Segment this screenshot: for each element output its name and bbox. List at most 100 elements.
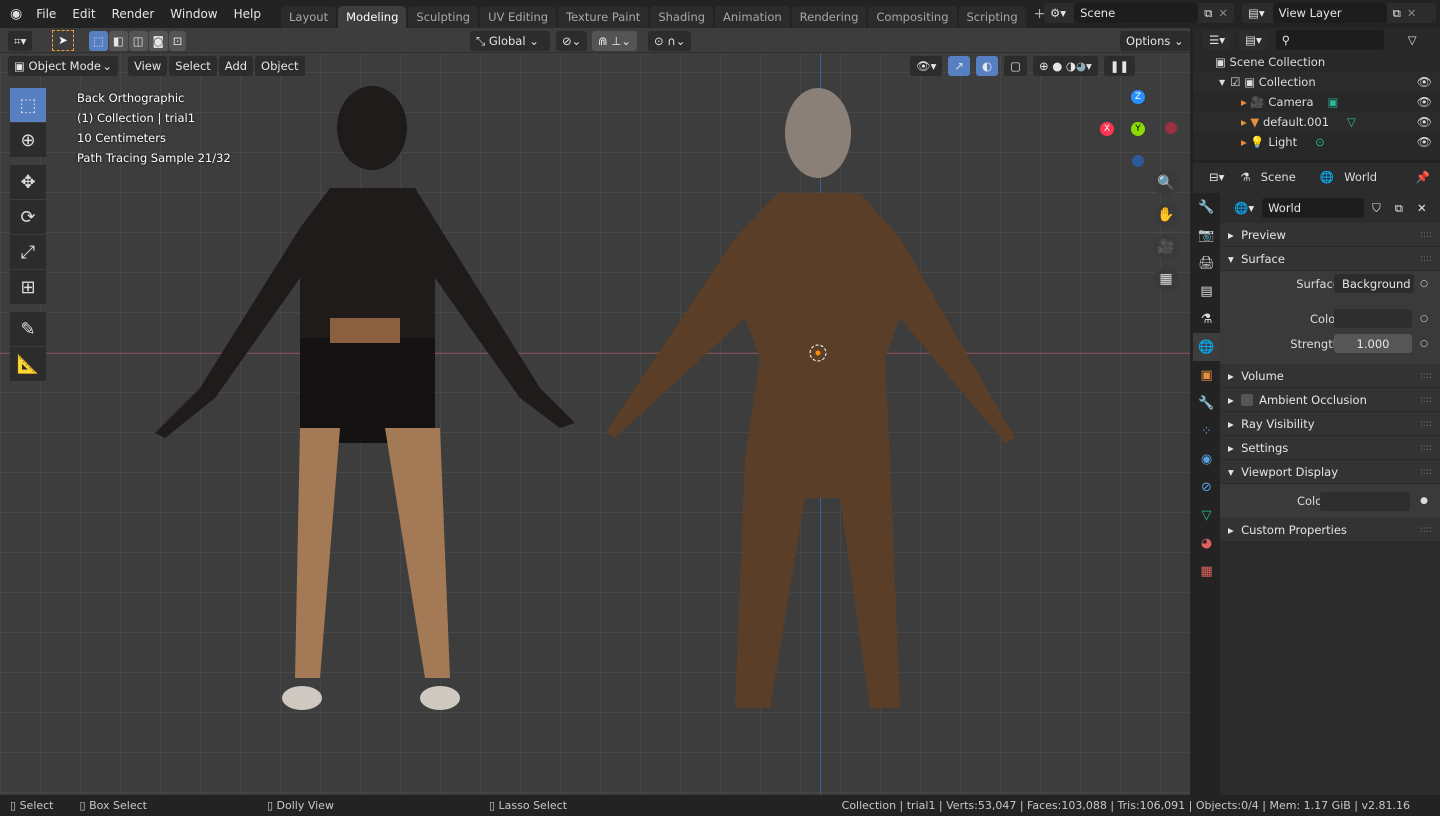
output-tab-icon[interactable]: 🖨 [1193,249,1220,277]
select-new-icon[interactable]: ⬚ [89,31,108,51]
menu-object[interactable]: Object [255,56,305,76]
rotate-tool-icon[interactable]: ⟳ [10,200,46,234]
material-tab-icon[interactable]: ◕ [1193,529,1220,557]
transform-tool-icon[interactable]: ⊞ [10,270,46,304]
menu-render[interactable]: Render [104,7,163,21]
tab-uv-editing[interactable]: UV Editing [480,6,557,28]
outliner-item-default-001[interactable]: ▸ ▼ default.001 ▽ 👁 [1193,112,1440,132]
scale-tool-icon[interactable]: ⤢ [10,235,46,269]
eye-icon[interactable]: 👁 [1417,95,1432,109]
tool-tab-icon[interactable]: 🔧 [1193,193,1220,221]
socket-icon[interactable]: ○ [1420,339,1428,349]
outliner-item-light[interactable]: ▸ 💡 Light ⊙ 👁 [1193,132,1440,152]
world-browse-icon[interactable]: 🌐▾ [1228,198,1261,218]
outliner-scene-collection[interactable]: ▣ Scene Collection [1193,52,1440,72]
object-tab-icon[interactable]: ▣ [1193,361,1220,389]
gizmo-x[interactable]: X [1100,122,1114,136]
tab-sculpting[interactable]: Sculpting [408,6,479,28]
snap-icon[interactable]: ⋒ ⊥⌄ [592,31,637,51]
copy-icon[interactable]: ⧉ [1204,6,1212,21]
world-tab-icon[interactable]: 🌐 [1193,333,1220,361]
filter-type-icon[interactable]: ▤▾ [1239,30,1268,50]
menu-window[interactable]: Window [162,7,225,21]
mesh-data-icon[interactable]: ▽ [1347,115,1356,129]
select-tool-icon[interactable]: ➤ [52,30,74,51]
tab-compositing[interactable]: Compositing [868,6,957,28]
physics-tab-icon[interactable]: ◉ [1193,445,1220,473]
pan-hand-icon[interactable]: ✋ [1153,202,1179,228]
ortho-grid-icon[interactable]: ▦ [1153,266,1179,292]
panel-volume[interactable]: ▸ Volume:::: [1220,364,1440,388]
outliner-item-camera[interactable]: ▸ 🎥 Camera ▣ 👁 [1193,92,1440,112]
cursor-tool-icon[interactable]: ⊕ [10,123,46,157]
annotate-tool-icon[interactable]: ✎ [10,312,46,346]
panel-ray-visibility[interactable]: ▸ Ray Visibility:::: [1220,412,1440,436]
tab-modeling[interactable]: Modeling [338,6,407,28]
menu-select[interactable]: Select [169,56,217,76]
unlink-icon[interactable]: ✕ [1410,198,1433,218]
3d-viewport[interactable]: ▣ Object Mode ⌄ View Select Add Object 👁▾… [0,28,1190,795]
close-icon[interactable]: ✕ [1218,6,1228,20]
fake-user-icon[interactable]: ⛉ [1366,198,1387,218]
display-mode-icon[interactable]: ☰▾ [1203,30,1232,50]
options-dropdown[interactable]: Options ⌄ [1120,31,1190,51]
texture-tab-icon[interactable]: ▦ [1193,557,1220,585]
navigation-gizmo[interactable]: Z X Y [1100,90,1180,170]
viewport-color-swatch[interactable] [1320,491,1410,511]
transform-pivot-icon[interactable]: ⌗▾ [8,31,33,51]
copy-icon[interactable]: ⧉ [1388,198,1409,218]
editor-type-icon[interactable]: ⊟▾ [1203,167,1231,187]
eye-icon[interactable]: 👁 [1417,135,1432,149]
gizmo-toggle-icon[interactable]: ↗ [948,56,971,76]
panel-custom-properties[interactable]: ▸ Custom Properties:::: [1220,518,1440,542]
eye-icon[interactable]: 👁 [1417,115,1432,129]
light-data-icon[interactable]: ⊙ [1315,135,1325,149]
orientation-dropdown[interactable]: ⤡ Global ⌄ [470,31,550,51]
menu-help[interactable]: Help [226,7,269,21]
tab-scripting[interactable]: Scripting [958,6,1026,28]
pivot-point-icon[interactable]: ⊘⌄ [556,31,588,51]
copy-icon[interactable]: ⧉ [1393,6,1401,21]
checkbox-icon[interactable] [1241,393,1254,406]
menu-view[interactable]: View [128,56,168,76]
socket-icon[interactable]: ○ [1420,314,1428,324]
world-name-field[interactable]: World [1262,198,1365,218]
gizmo-neg-x[interactable] [1165,122,1177,134]
expand-icon[interactable]: ▼ [1219,78,1230,87]
measure-tool-icon[interactable]: 📐 [10,347,46,381]
pause-render-icon[interactable]: ❚❚ [1103,56,1136,76]
close-icon[interactable]: ✕ [1407,6,1417,20]
panel-preview[interactable]: ▸ Preview:::: [1220,223,1440,247]
decorator-icon[interactable]: ● [1420,496,1428,506]
particles-tab-icon[interactable]: ⁘ [1193,417,1220,445]
xray-icon[interactable]: ▢ [1004,56,1027,76]
render-tab-icon[interactable]: 📷 [1193,221,1220,249]
zoom-icon[interactable]: 🔍 [1153,170,1179,196]
select-subtract-icon[interactable]: ◫ [128,31,148,51]
panel-surface[interactable]: ▾ Surface:::: [1220,247,1440,271]
visibility-icon[interactable]: 👁▾ [910,56,943,76]
view-layer-name[interactable]: View Layer [1272,3,1387,23]
menu-file[interactable]: File [28,7,64,21]
constraints-tab-icon[interactable]: ⊘ [1193,473,1220,501]
checkbox-icon[interactable]: ☑ [1230,75,1244,89]
view-layer-tab-icon[interactable]: ▤ [1193,277,1220,305]
data-tab-icon[interactable]: ▽ [1193,501,1220,529]
panel-settings[interactable]: ▸ Settings:::: [1220,436,1440,460]
strength-field[interactable]: 1.000 [1334,334,1412,353]
tab-texture-paint[interactable]: Texture Paint [558,6,649,28]
panel-viewport-display[interactable]: ▾ Viewport Display:::: [1220,460,1440,484]
camera-view-icon[interactable]: 🎥 [1153,234,1179,260]
modifier-tab-icon[interactable]: 🔧 [1193,389,1220,417]
gizmo-y[interactable]: Y [1131,122,1145,136]
gizmo-neg-z[interactable] [1132,155,1144,167]
tab-shading[interactable]: Shading [650,6,714,28]
move-tool-icon[interactable]: ✥ [10,165,46,199]
scene-tab-icon[interactable]: ⚗ [1193,305,1220,333]
outliner-search-input[interactable]: ⚲ [1275,30,1384,50]
select-intersect-icon[interactable]: ⊡ [168,31,187,51]
select-box-tool-icon[interactable]: ⬚ [10,88,46,122]
shading-modes[interactable]: ⊕ ● ◑ ◕ ▾ [1032,56,1098,76]
select-extend-icon[interactable]: ◧ [108,31,128,51]
view-layer-selector[interactable]: ▤▾ View Layer ⧉ ✕ [1242,3,1436,23]
